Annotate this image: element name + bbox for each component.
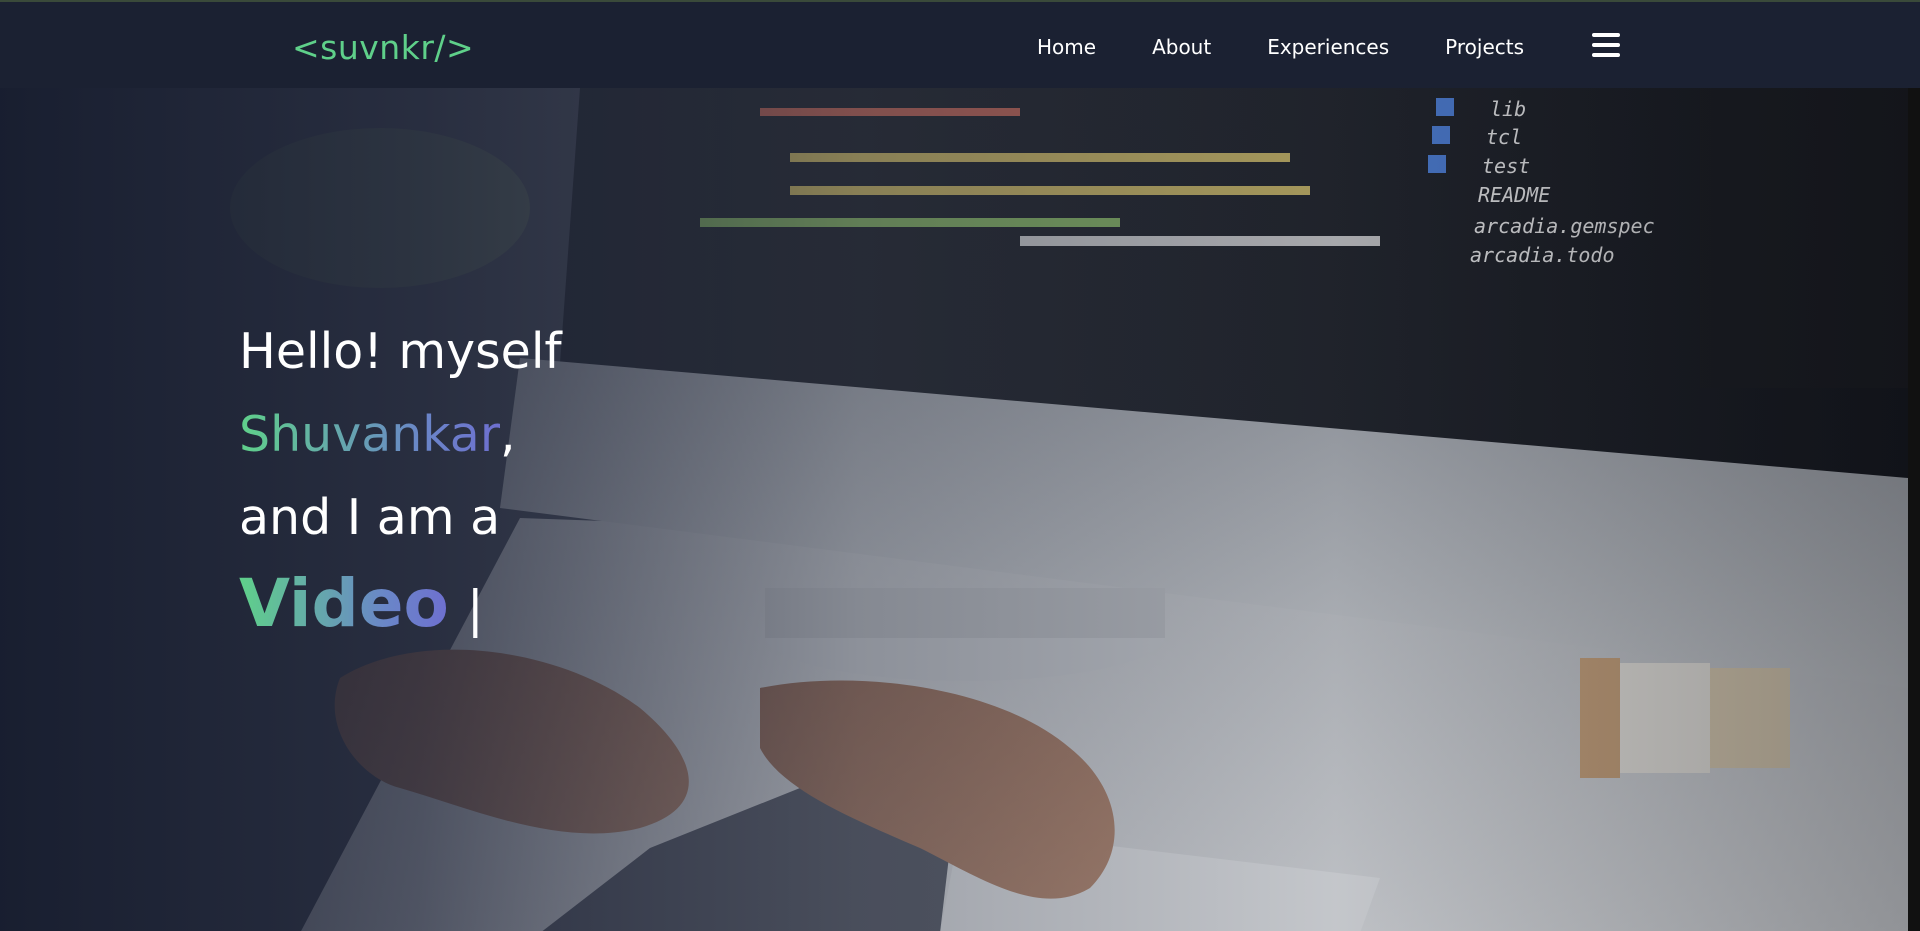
hamburger-bar — [1592, 43, 1620, 47]
hamburger-bar — [1592, 33, 1620, 37]
page-frame: <suvnkr/> Home About Experiences Project… — [0, 0, 1920, 931]
hero-name: Shuvankar — [239, 406, 500, 463]
nav-link-projects[interactable]: Projects — [1445, 35, 1524, 59]
hamburger-menu-icon[interactable] — [1592, 33, 1620, 57]
hero-name-line: Shuvankar, — [239, 393, 562, 476]
nav-link-home[interactable]: Home — [1037, 35, 1096, 59]
hamburger-bar — [1592, 53, 1620, 57]
hero-section: lib tcl test README arcadia.gemspec arca… — [0, 88, 1908, 931]
hero-name-suffix: , — [499, 406, 516, 463]
page-scrollbar[interactable] — [1908, 88, 1920, 931]
nav-link-about[interactable]: About — [1152, 35, 1211, 59]
navbar: <suvnkr/> Home About Experiences Project… — [0, 2, 1920, 88]
nav-links: Home About Experiences Projects — [1037, 35, 1524, 59]
hero-greeting: Hello! myself — [239, 323, 562, 380]
hero-role-typewriter: Video — [239, 565, 449, 642]
hero-text-block: Hello! myself Shuvankar, and I am a Vide… — [239, 310, 562, 654]
nav-link-experiences[interactable]: Experiences — [1267, 35, 1389, 59]
hero-role-line: Video | — [239, 559, 562, 654]
hero-intro: and I am a — [239, 489, 501, 546]
site-logo[interactable]: <suvnkr/> — [292, 28, 474, 67]
typewriter-caret: | — [466, 580, 484, 638]
